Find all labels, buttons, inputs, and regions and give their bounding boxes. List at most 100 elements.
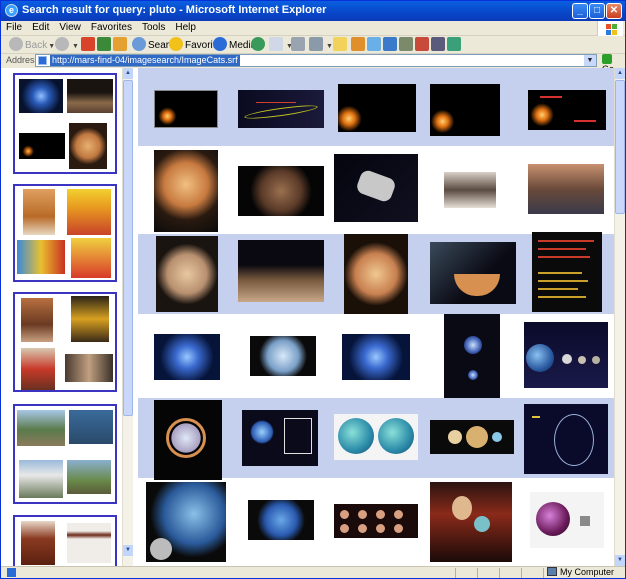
- result-image[interactable]: [154, 400, 222, 480]
- scroll-down-arrow-icon[interactable]: ▼: [615, 555, 625, 566]
- thumb-table[interactable]: [67, 523, 111, 563]
- cluster-frame: [6, 68, 135, 566]
- thumb-signpost[interactable]: [67, 460, 111, 494]
- results-scrollbar[interactable]: ▲ ▼: [614, 68, 625, 566]
- minimize-button[interactable]: _: [572, 3, 588, 19]
- result-image[interactable]: [444, 314, 500, 398]
- result-image[interactable]: [154, 150, 218, 232]
- menu-view[interactable]: View: [54, 21, 86, 33]
- result-image[interactable]: [156, 236, 218, 312]
- refresh-button[interactable]: [97, 37, 113, 53]
- result-image[interactable]: [532, 232, 602, 312]
- tool-button-4[interactable]: [447, 37, 463, 53]
- photo-button[interactable]: [383, 37, 399, 53]
- back-button[interactable]: Back▼: [9, 37, 55, 53]
- media-button[interactable]: Media: [213, 37, 256, 53]
- result-image[interactable]: [238, 166, 324, 216]
- tool-button-3[interactable]: [431, 37, 447, 53]
- thumb-championship-poster[interactable]: [71, 296, 109, 342]
- result-image[interactable]: [338, 84, 416, 132]
- result-image[interactable]: [344, 234, 408, 314]
- search-icon: [132, 37, 146, 51]
- thumb-dome-building[interactable]: [19, 460, 63, 498]
- scroll-down-arrow-icon[interactable]: ▼: [123, 545, 133, 556]
- tool-icon: [399, 37, 413, 51]
- windows-logo-icon: [597, 21, 623, 36]
- thumb-mickey-pluto[interactable]: [17, 240, 65, 274]
- scroll-up-arrow-icon[interactable]: ▲: [615, 68, 625, 79]
- result-image[interactable]: [238, 240, 324, 302]
- cluster-disney-pluto[interactable]: [13, 184, 117, 282]
- result-image[interactable]: [154, 90, 218, 128]
- cluster-planetary[interactable]: [13, 73, 117, 174]
- tool-button-1[interactable]: [399, 37, 415, 53]
- result-image[interactable]: [524, 404, 608, 474]
- status-divider: [543, 568, 544, 578]
- thumb-blue-glow[interactable]: [19, 79, 63, 113]
- thumb-planet-moons[interactable]: [69, 123, 107, 169]
- result-image[interactable]: [430, 84, 500, 136]
- result-image[interactable]: [146, 482, 226, 562]
- edit-button[interactable]: ▼: [309, 37, 333, 53]
- result-image[interactable]: [334, 154, 418, 222]
- result-image[interactable]: [250, 336, 316, 376]
- messenger-button[interactable]: [351, 37, 367, 53]
- thumb-wooden-box[interactable]: [21, 521, 55, 565]
- cluster-people[interactable]: [13, 292, 117, 392]
- thumb-pluto-comic[interactable]: [67, 189, 111, 235]
- result-image[interactable]: [154, 334, 220, 380]
- thumb-info-sign[interactable]: [69, 410, 113, 444]
- research-icon: [367, 37, 381, 51]
- maximize-button[interactable]: □: [589, 3, 605, 19]
- result-image[interactable]: [528, 164, 604, 214]
- thumb-pluto-figurine[interactable]: [23, 189, 55, 235]
- thumb-wrestler[interactable]: [21, 298, 53, 342]
- stop-button[interactable]: [81, 37, 97, 53]
- cluster-furniture[interactable]: [13, 515, 117, 566]
- scroll-thumb[interactable]: [123, 80, 133, 416]
- result-image[interactable]: [528, 90, 606, 130]
- result-image[interactable]: [430, 242, 516, 304]
- result-image[interactable]: [334, 504, 418, 538]
- result-image[interactable]: [248, 500, 314, 540]
- result-image[interactable]: [430, 420, 514, 454]
- forward-button[interactable]: ▼: [55, 37, 79, 53]
- thumb-pluto-poster[interactable]: [71, 238, 111, 278]
- menu-file[interactable]: File: [1, 21, 27, 33]
- print-button[interactable]: [291, 37, 307, 53]
- thumb-person-red[interactable]: [21, 348, 55, 390]
- menu-help[interactable]: Help: [170, 21, 201, 33]
- address-url[interactable]: http://mars-find-04/imagesearch/ImageCat…: [50, 55, 240, 66]
- research-button[interactable]: [367, 37, 383, 53]
- left-frame-scrollbar[interactable]: ▲ ▼: [122, 68, 133, 566]
- home-button[interactable]: [113, 37, 129, 53]
- result-image[interactable]: [444, 172, 496, 208]
- tool-icon: [415, 37, 429, 51]
- menu-tools[interactable]: Tools: [137, 21, 170, 33]
- menu-edit[interactable]: Edit: [27, 21, 54, 33]
- scroll-thumb[interactable]: [615, 80, 625, 214]
- result-image[interactable]: [524, 322, 608, 388]
- messenger-icon: [351, 37, 365, 51]
- thumb-park-trees[interactable]: [17, 410, 65, 446]
- title-bar[interactable]: e Search result for query: pluto - Micro…: [1, 1, 625, 21]
- thumb-orange-dot[interactable]: [19, 133, 65, 159]
- mail-button[interactable]: ▼: [269, 37, 293, 53]
- result-image[interactable]: [238, 90, 324, 128]
- result-image[interactable]: [430, 482, 512, 562]
- tool-button-2[interactable]: [415, 37, 431, 53]
- result-image[interactable]: [342, 334, 410, 380]
- scroll-up-arrow-icon[interactable]: ▲: [123, 68, 133, 79]
- thumb-mars-landscape[interactable]: [67, 79, 113, 113]
- folder-button[interactable]: [333, 37, 349, 53]
- result-image[interactable]: [242, 410, 318, 466]
- chevron-down-icon[interactable]: ▼: [584, 55, 596, 66]
- address-input[interactable]: http://mars-find-04/imagesearch/ImageCat…: [35, 54, 597, 67]
- thumb-group-photo[interactable]: [65, 354, 113, 382]
- result-image[interactable]: [334, 414, 418, 460]
- close-button[interactable]: ✕: [606, 3, 622, 19]
- menu-favorites[interactable]: Favorites: [86, 21, 137, 33]
- history-button[interactable]: [251, 37, 267, 53]
- cluster-observatory[interactable]: [13, 404, 117, 504]
- result-image[interactable]: [530, 492, 604, 548]
